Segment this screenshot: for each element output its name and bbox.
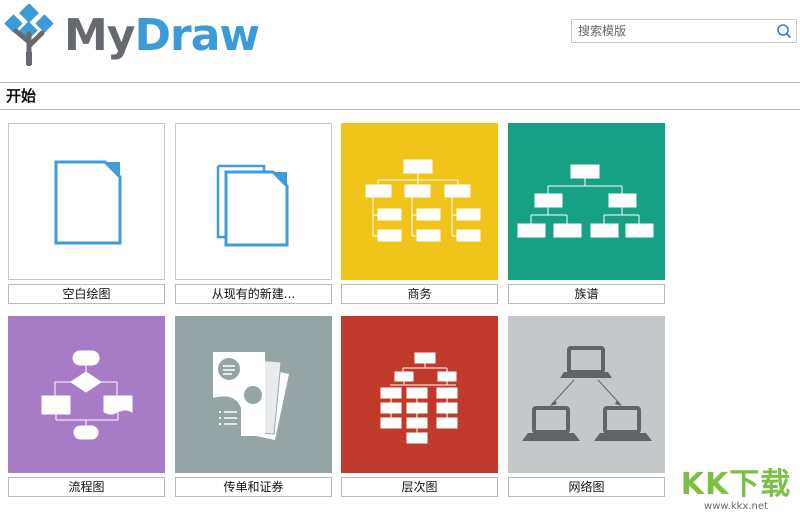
tile-thumbnail[interactable] <box>175 123 332 280</box>
flyer-icon <box>213 352 289 440</box>
tile-thumbnail[interactable] <box>508 123 665 280</box>
flowchart-icon <box>41 350 133 440</box>
tile-thumbnail[interactable] <box>8 123 165 280</box>
tile-thumbnail[interactable] <box>508 316 665 473</box>
tile-label[interactable]: 传单和证券 <box>175 477 332 497</box>
tile-thumbnail[interactable] <box>341 316 498 473</box>
hierarchy-icon <box>380 352 458 444</box>
search-box <box>571 19 797 43</box>
section-title: 开始 <box>6 87 37 105</box>
network-icon <box>522 346 652 441</box>
tile-flyers-certificates[interactable]: 传单和证券 <box>175 316 332 497</box>
tile-network[interactable]: 网络图 <box>508 316 665 497</box>
watermark: KK下载 www.kkx.net <box>672 455 800 518</box>
search-icon[interactable] <box>774 22 794 40</box>
tile-label[interactable]: 空白绘图 <box>8 284 165 304</box>
tile-hierarchy[interactable]: 层次图 <box>341 316 498 497</box>
logo-tree-icon <box>4 4 54 66</box>
tile-label[interactable]: 族谱 <box>508 284 665 304</box>
tile-family-tree[interactable]: 族谱 <box>508 123 665 304</box>
org-chart-icon <box>365 159 481 242</box>
tile-blank-drawing[interactable]: 空白绘图 <box>8 123 165 304</box>
header: MyDraw <box>0 0 800 82</box>
app-logo: MyDraw <box>64 6 260 66</box>
copy-documents-icon <box>216 164 289 247</box>
watermark-text: KK下载 <box>680 467 792 502</box>
tile-thumbnail[interactable] <box>175 316 332 473</box>
family-tree-icon <box>517 164 654 238</box>
watermark-url: www.kkx.net <box>704 501 768 512</box>
section-divider <box>0 109 800 110</box>
tile-label[interactable]: 流程图 <box>8 477 165 497</box>
tile-label[interactable]: 从现有的新建... <box>175 284 332 304</box>
logo-text-draw: Draw <box>134 10 260 61</box>
blank-document-icon <box>54 160 122 245</box>
tile-new-from-existing[interactable]: 从现有的新建... <box>175 123 332 304</box>
header-divider <box>0 82 800 83</box>
tile-business[interactable]: 商务 <box>341 123 498 304</box>
tile-label[interactable]: 层次图 <box>341 477 498 497</box>
logo-text-my: My <box>64 10 135 61</box>
tile-thumbnail[interactable] <box>8 316 165 473</box>
tile-label[interactable]: 商务 <box>341 284 498 304</box>
tile-thumbnail[interactable] <box>341 123 498 280</box>
tile-label[interactable]: 网络图 <box>508 477 665 497</box>
tile-flowchart[interactable]: 流程图 <box>8 316 165 497</box>
search-input[interactable] <box>572 20 780 42</box>
